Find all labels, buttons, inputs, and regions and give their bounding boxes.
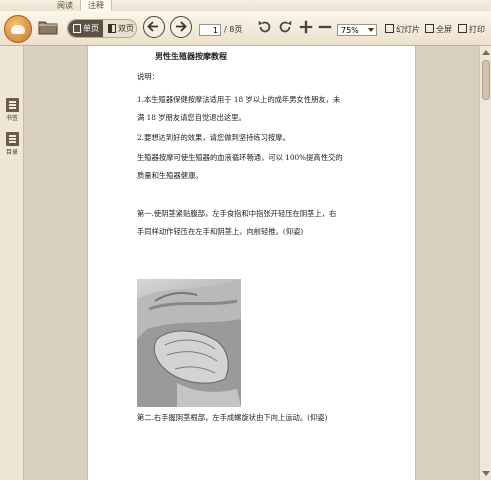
page-total-label: / 8页 <box>224 25 243 34</box>
fullscreen-label: 全屏 <box>436 25 452 34</box>
bookmark-icon <box>5 98 19 112</box>
page-view-toggle: 单页 双页 <box>67 19 137 38</box>
single-page-label: 单页 <box>83 24 99 33</box>
zoom-in-icon[interactable] <box>297 18 315 36</box>
scroll-down-icon[interactable] <box>482 471 490 476</box>
next-page-button[interactable] <box>170 16 192 38</box>
illustration-image <box>137 279 241 407</box>
double-page-label: 双页 <box>118 24 134 33</box>
tab-read[interactable]: 阅读 <box>50 0 80 11</box>
text-line: 满 18 岁朋友请您自觉退出这里。 <box>137 113 246 122</box>
page-number-input[interactable]: 1 <box>199 24 221 36</box>
zoom-out-icon[interactable] <box>316 18 334 36</box>
document-page: 男性生殖器按摩教程 说明： 1.本生殖器保健按摩法适用于 18 岁以上的成年男女… <box>87 46 416 480</box>
zoom-select[interactable]: 75% <box>337 24 377 36</box>
double-page-icon <box>108 24 116 33</box>
bookmark-label: 书签 <box>5 115 18 122</box>
double-page-button[interactable]: 双页 <box>103 20 136 37</box>
toc-icon <box>5 132 19 146</box>
print-label: 打印 <box>469 25 485 34</box>
scroll-up-icon[interactable] <box>482 50 490 55</box>
toc-label: 目录 <box>5 149 18 156</box>
side-panel: 书签 目录 <box>0 46 24 480</box>
fullscreen-button[interactable]: 全屏 <box>425 24 452 36</box>
document-viewport[interactable]: 男性生殖器按摩教程 说明： 1.本生殖器保健按摩法适用于 18 岁以上的成年男女… <box>24 46 479 480</box>
bookmark-button[interactable]: 书签 <box>3 98 21 122</box>
zoom-value: 75% <box>341 26 359 35</box>
single-page-icon <box>73 24 81 33</box>
text-line: 2.要想达到好的效果，请您做到坚持练习按摩。 <box>137 133 290 142</box>
scroll-thumb[interactable] <box>482 60 490 100</box>
single-page-button[interactable]: 单页 <box>68 20 103 37</box>
text-line: 第一.使阴茎紧贴腹部，左手食指和中指张开轻压在阴茎上，右 <box>137 209 337 218</box>
document-title: 男性生殖器按摩教程 <box>155 51 227 61</box>
tab-annotate[interactable]: 注释 <box>80 0 112 11</box>
slideshow-button[interactable]: 幻灯片 <box>385 24 420 36</box>
toolbar: 单页 双页 1 / 8页 75% 幻灯片 全屏 打印 <box>0 11 491 46</box>
chevron-down-icon <box>368 28 374 32</box>
text-line: 1.本生殖器保健按摩法适用于 18 岁以上的成年男女性朋友，未 <box>137 95 341 104</box>
arrow-left-icon <box>147 21 158 32</box>
app-logo[interactable] <box>4 15 32 43</box>
toc-button[interactable]: 目录 <box>3 132 21 156</box>
text-line: 手同样动作轻压在左手和阴茎上，向前轻推。(仰姿) <box>137 227 304 236</box>
text-line: 第二.右手握阴茎根部，左手成螺旋状由下向上运动。(仰姿) <box>137 413 328 422</box>
slideshow-label: 幻灯片 <box>396 25 420 34</box>
text-line: 说明： <box>137 72 159 81</box>
open-folder-icon[interactable] <box>38 18 58 36</box>
text-line: 生殖器按摩可使生殖器的血液循环畅通，可以 100%提高性交的 <box>137 153 343 162</box>
vertical-scrollbar[interactable] <box>479 46 491 480</box>
rotate-left-icon[interactable] <box>256 18 274 36</box>
rotate-right-icon[interactable] <box>276 18 294 36</box>
print-icon <box>458 24 467 33</box>
arrow-right-icon <box>176 21 187 32</box>
previous-page-button[interactable] <box>143 16 165 38</box>
text-line: 质量和生殖器健康。 <box>137 171 203 180</box>
print-button[interactable]: 打印 <box>458 24 485 36</box>
slideshow-icon <box>385 24 394 33</box>
fullscreen-icon <box>425 24 434 33</box>
